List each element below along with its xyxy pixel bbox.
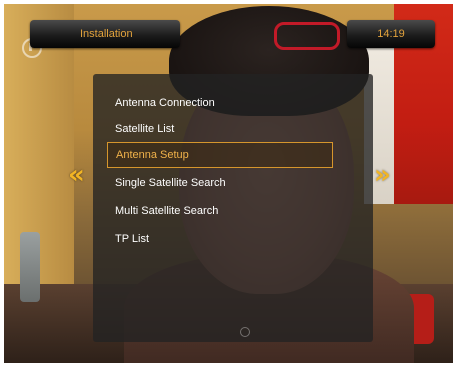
clock: 14:19 xyxy=(377,28,405,40)
tv-screen: Installation 14:19 « » Antenna Connectio… xyxy=(4,4,453,363)
background-glasses xyxy=(274,22,340,50)
installation-menu: Antenna Connection Satellite List Antenn… xyxy=(93,74,373,342)
double-chevron-left-icon[interactable]: « xyxy=(68,162,85,188)
clock-bar: 14:19 xyxy=(347,20,435,48)
title-bar: Installation xyxy=(30,20,180,48)
menu-item-antenna-connection[interactable]: Antenna Connection xyxy=(107,90,333,116)
menu-title: Installation xyxy=(80,28,133,40)
background-jar xyxy=(20,232,40,302)
menu-item-label: Antenna Connection xyxy=(115,97,215,109)
menu-item-label: Multi Satellite Search xyxy=(115,205,219,217)
menu-item-antenna-setup[interactable]: Antenna Setup xyxy=(107,142,333,168)
menu-item-label: Satellite List xyxy=(115,123,175,135)
menu-item-satellite-list[interactable]: Satellite List xyxy=(107,116,333,142)
menu-item-tp-list[interactable]: TP List xyxy=(107,226,333,252)
menu-item-label: Single Satellite Search xyxy=(115,177,226,189)
menu-item-label: TP List xyxy=(115,233,150,245)
menu-item-multi-satellite-search[interactable]: Multi Satellite Search xyxy=(107,198,333,224)
menu-item-label: Antenna Setup xyxy=(116,149,189,161)
page-indicator-dot xyxy=(240,327,250,337)
double-chevron-right-icon[interactable]: » xyxy=(374,162,391,188)
menu-item-single-satellite-search[interactable]: Single Satellite Search xyxy=(107,170,333,196)
